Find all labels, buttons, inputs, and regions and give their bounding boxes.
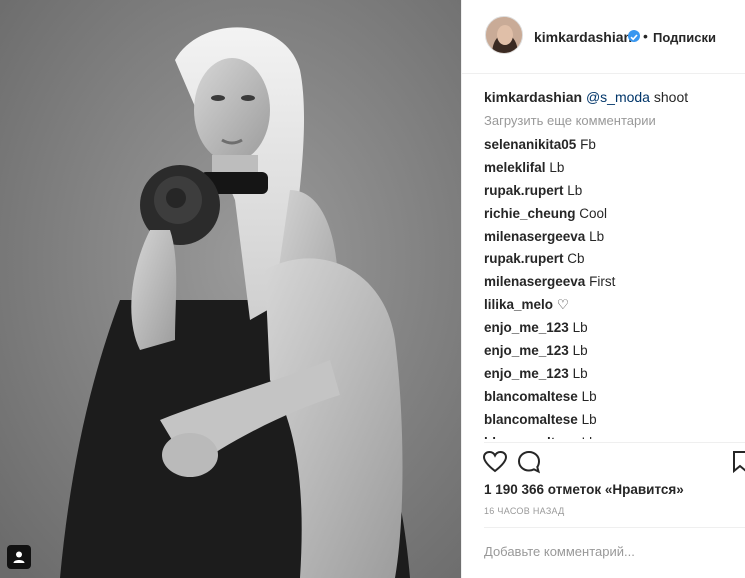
comment-item: rupak.rupert Lb (484, 180, 742, 203)
comment-item: meleklifal Lb (484, 157, 742, 180)
comment-username[interactable]: lilika_melo (484, 297, 553, 312)
comment-bubble-icon (517, 450, 541, 474)
avatar-image (486, 17, 522, 53)
comment-text: Lb (567, 182, 583, 198)
comment-username[interactable]: rupak.rupert (484, 183, 564, 198)
heart-icon (482, 450, 508, 473)
avatar[interactable] (485, 16, 523, 54)
comment-item: blancomaltese Lb (484, 386, 742, 409)
comment-username[interactable]: rupak.rupert (484, 251, 564, 266)
comment-item: milenasergeeva Lb (484, 226, 742, 249)
comment-item: milenasergeeva First (484, 271, 742, 294)
like-button[interactable] (482, 449, 508, 475)
comment-text: Fb (580, 137, 596, 152)
comment-text: ♡ (556, 297, 569, 313)
comment-text: Lb (572, 343, 588, 359)
load-more-comments-link[interactable]: Загрузить еще комментарии (484, 113, 656, 128)
comment-item: lilika_melo ♡ (484, 294, 742, 317)
likes-count[interactable]: 1 190 366 отметок «Нравится» (484, 482, 684, 497)
post-photo[interactable] (0, 0, 461, 578)
post-caption: kimkardashian @s_moda shoot (484, 89, 688, 105)
comment-username[interactable]: blancomaltese (484, 435, 578, 439)
save-button[interactable] (732, 449, 745, 475)
comment-username[interactable]: milenasergeeva (484, 274, 585, 289)
comment-username[interactable]: selenanikita05 (484, 137, 576, 152)
comment-text: Lb (581, 411, 597, 427)
header-separator: • (643, 28, 648, 44)
comment-button[interactable] (516, 449, 542, 475)
comments-list[interactable]: selenanikita05 Fb meleklifal Lb rupak.ru… (484, 134, 742, 439)
verified-badge-icon (628, 30, 640, 42)
comment-item: richie_cheung Cool (484, 203, 742, 226)
comment-username[interactable]: blancomaltese (484, 389, 578, 404)
comment-text: Lb (572, 320, 588, 336)
comment-text: Lb (581, 388, 597, 404)
comment-text: Cb (567, 251, 585, 267)
action-bar (482, 449, 745, 475)
divider (484, 527, 745, 528)
post-header: kimkardashian • Подписки (462, 0, 745, 74)
comment-text: Lb (549, 159, 565, 175)
comment-username[interactable]: richie_cheung (484, 206, 576, 221)
photo-image (0, 0, 461, 578)
comment-username[interactable]: enjo_me_123 (484, 366, 569, 381)
comment-username[interactable]: milenasergeeva (484, 229, 585, 244)
comment-username[interactable]: enjo_me_123 (484, 320, 569, 335)
bookmark-icon (733, 451, 745, 474)
post-sidebar: kimkardashian • Подписки kimkardashian @… (461, 0, 745, 578)
divider (484, 442, 745, 443)
user-tag-button[interactable] (7, 545, 31, 569)
comment-text: Cool (579, 205, 608, 221)
comment-item: selenanikita05 Fb (484, 134, 742, 157)
comment-item: blancomaltese Lb (484, 432, 742, 439)
comment-username[interactable]: enjo_me_123 (484, 343, 569, 358)
person-icon (13, 551, 25, 563)
header-username[interactable]: kimkardashian (534, 29, 632, 45)
comment-item: enjo_me_123 Lb (484, 317, 742, 340)
caption-mention-link[interactable]: @s_moda (586, 89, 650, 105)
comment-text: First (589, 274, 616, 290)
comment-item: enjo_me_123 Lb (484, 340, 742, 363)
comment-item: enjo_me_123 Lb (484, 363, 742, 386)
comment-text: Lb (582, 435, 597, 439)
comment-item: rupak.rupert Cb (484, 248, 742, 271)
comment-item: blancomaltese Lb (484, 409, 742, 432)
caption-text: shoot (649, 89, 689, 105)
comment-text: Lb (572, 365, 588, 381)
comment-username[interactable]: blancomaltese (484, 412, 578, 427)
add-comment-input[interactable] (484, 540, 724, 562)
comment-username[interactable]: meleklifal (484, 160, 546, 175)
caption-username[interactable]: kimkardashian (484, 89, 582, 105)
comment-text: Lb (589, 228, 605, 244)
follow-button[interactable]: Подписки (653, 30, 716, 45)
instagram-post-view: kimkardashian • Подписки kimkardashian @… (0, 0, 745, 578)
post-timestamp[interactable]: 16 ЧАСОВ НАЗАД (484, 506, 565, 516)
